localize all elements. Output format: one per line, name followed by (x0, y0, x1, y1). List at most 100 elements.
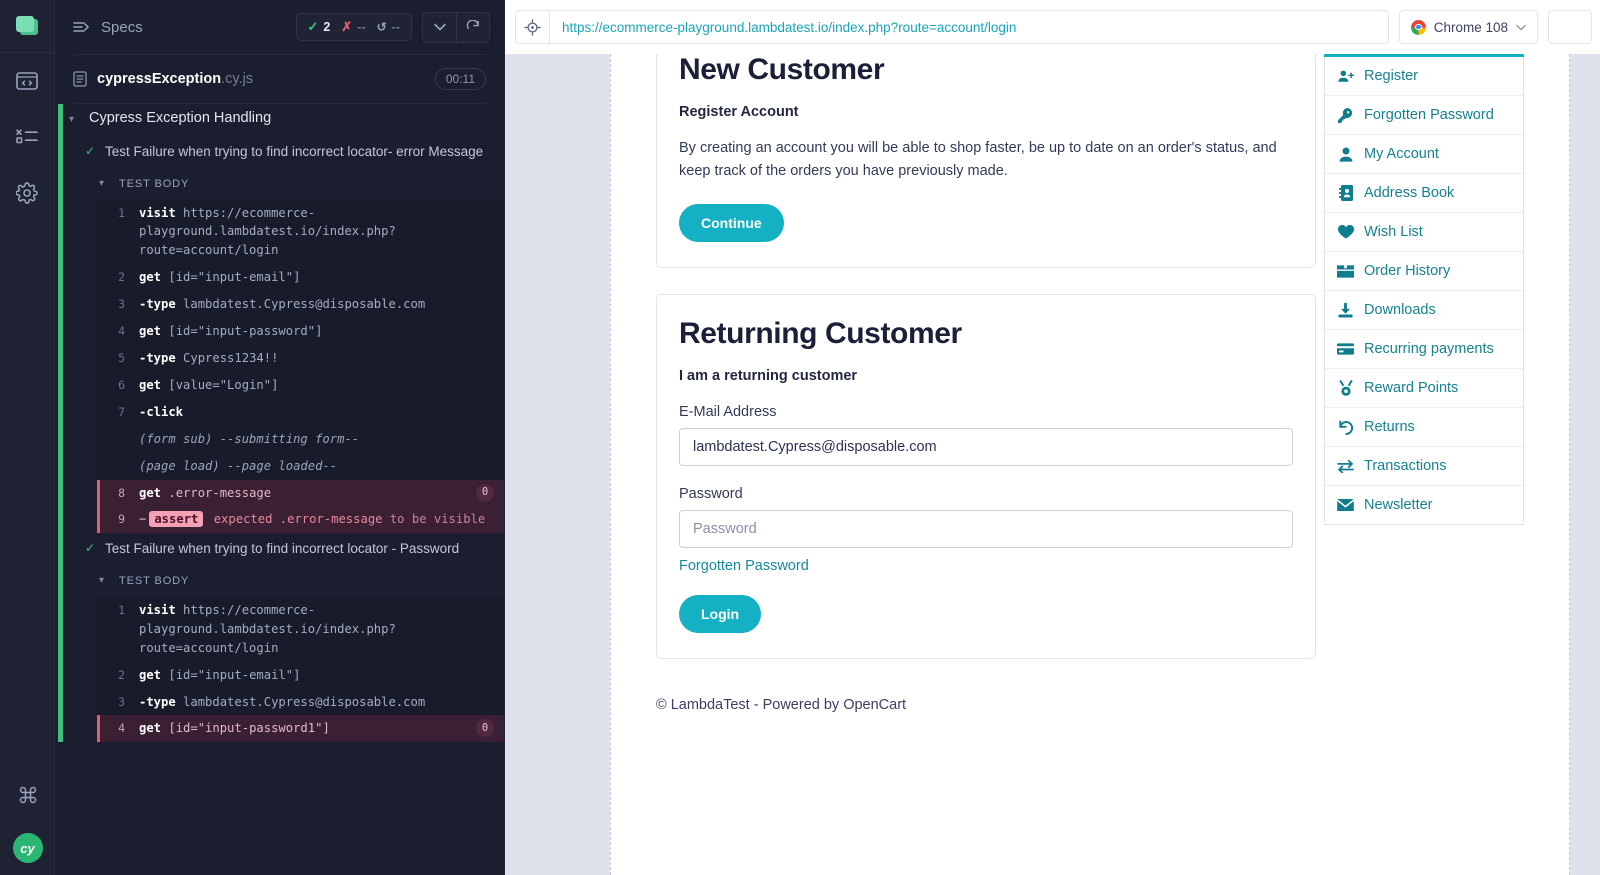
command-row-failed[interactable]: 8 get .error-message 0 (97, 480, 504, 507)
run-stats: ✓ 2 ✗ -- ↺ -- (296, 13, 412, 41)
command-row[interactable]: 7 -click (97, 399, 504, 426)
sidebar-item-runs[interactable] (0, 109, 55, 165)
command-text: get [id="input-password"] (139, 322, 494, 341)
command-row[interactable]: 6 get [value="Login"] (97, 372, 504, 399)
menu-item-label: Reward Points (1364, 380, 1458, 396)
suite-title-text: Cypress Exception Handling (89, 110, 271, 126)
menu-item-label: My Account (1364, 146, 1439, 162)
collapse-all-button[interactable] (423, 13, 456, 42)
runnables-scroll[interactable]: ▾ Cypress Exception Handling ✓ Test Fail… (59, 104, 504, 742)
account-side-menu: Register Forgotten Password (1324, 54, 1524, 525)
selector-playground-button[interactable] (515, 10, 549, 44)
test-body-label: TEST BODY (119, 575, 189, 587)
menu-item-recurring-payments[interactable]: Recurring payments (1325, 330, 1523, 369)
menu-item-address-book[interactable]: Address Book (1325, 174, 1523, 213)
page-footer: © LambdaTest - Powered by OpenCart (656, 685, 1524, 713)
cypress-stack-logo-icon[interactable] (14, 14, 40, 38)
aut-viewport: New Customer Register Account By creatin… (610, 54, 1600, 875)
suite-header[interactable]: ▾ Cypress Exception Handling (59, 104, 504, 136)
spec-file-row[interactable]: cypressException.cy.js 00:11 (55, 55, 504, 103)
user-icon (1337, 147, 1354, 162)
menu-item-reward-points[interactable]: Reward Points (1325, 369, 1523, 408)
sidebar-item-specs[interactable] (0, 53, 55, 109)
menu-item-newsletter[interactable]: Newsletter (1325, 486, 1523, 524)
command-number: 4 (97, 719, 139, 738)
command-arg: https://ecommerce-playground.lambdatest.… (139, 206, 396, 258)
command-row[interactable]: 3 -type lambdatest.Cypress@disposable.co… (97, 689, 504, 716)
sidebar-item-settings[interactable] (0, 165, 55, 221)
command-row-assert-failed[interactable]: 9 −assert expected .error-message to be … (97, 506, 504, 533)
spec-basename: cypressException (97, 71, 221, 87)
chevron-down-icon: ▾ (99, 174, 111, 194)
url-bar: https://ecommerce-playground.lambdatest.… (505, 0, 1600, 54)
url-input[interactable]: https://ecommerce-playground.lambdatest.… (549, 10, 1389, 44)
menu-item-returns[interactable]: Returns (1325, 408, 1523, 447)
test-item[interactable]: ✓ Test Failure when trying to find incor… (59, 533, 504, 565)
command-text: get [id="input-email"] (139, 666, 494, 685)
command-row[interactable]: 4 get [id="input-password"] (97, 318, 504, 345)
command-text: -type lambdatest.Cypress@disposable.com (139, 693, 494, 712)
assert-expected: expected (214, 512, 273, 526)
menu-item-my-account[interactable]: My Account (1325, 135, 1523, 174)
command-number: 6 (97, 376, 139, 395)
test-item[interactable]: ✓ Test Failure when trying to find incor… (59, 136, 504, 168)
email-field[interactable]: lambdatest.Cypress@disposable.com (679, 428, 1293, 466)
command-row[interactable]: 3 -type lambdatest.Cypress@disposable.co… (97, 291, 504, 318)
restart-tests-button[interactable] (456, 13, 489, 42)
command-method: visit (139, 206, 176, 220)
chevron-down-icon: ▾ (69, 110, 81, 130)
command-text: get .error-message (139, 484, 468, 503)
test-body-header[interactable]: ▾ TEST BODY (59, 168, 504, 200)
assert-selector: .error-message (280, 512, 383, 526)
command-method: get (139, 668, 161, 682)
pending-circle-icon: ↺ (377, 20, 387, 34)
stat-passed: ✓ 2 (308, 19, 331, 35)
menu-item-downloads[interactable]: Downloads (1325, 291, 1523, 330)
email-label: E-Mail Address (679, 404, 1293, 420)
continue-button[interactable]: Continue (679, 204, 784, 242)
test-title-text: Test Failure when trying to find incorre… (105, 539, 459, 559)
rail-logo-wrap[interactable] (14, 0, 40, 38)
menu-item-order-history[interactable]: Order History (1325, 252, 1523, 291)
command-row[interactable]: 1 visit https://ecommerce-playground.lam… (97, 200, 504, 265)
command-row-failed[interactable]: 4 get [id="input-password1"] 0 (97, 715, 504, 742)
menu-item-register[interactable]: Register (1325, 57, 1523, 96)
viewport-size-control[interactable] (1548, 10, 1592, 44)
new-customer-body: By creating an account you will be able … (679, 137, 1293, 184)
stat-passed-count: 2 (323, 20, 330, 34)
command-row[interactable]: 5 -type Cypress1234!! (97, 345, 504, 372)
cypress-cy-logo[interactable]: cy (13, 833, 43, 863)
specs-breadcrumb[interactable]: Specs (73, 19, 286, 36)
browser-selector[interactable]: Chrome 108 (1399, 10, 1538, 44)
chevron-down-icon (1516, 24, 1526, 31)
envelope-icon (1337, 499, 1354, 511)
test-body-header[interactable]: ▾ TEST BODY (59, 565, 504, 597)
command-note-row: (form sub) --submitting form-- (97, 426, 504, 453)
command-row[interactable]: 1 visit https://ecommerce-playground.lam… (97, 597, 504, 662)
medal-icon (1337, 380, 1354, 396)
menu-item-transactions[interactable]: Transactions (1325, 447, 1523, 486)
command-list: 1 visit https://ecommerce-playground.lam… (97, 597, 504, 742)
command-number (97, 430, 139, 431)
command-number (97, 457, 139, 458)
command-row[interactable]: 2 get [id="input-email"] (97, 662, 504, 689)
aut-viewport-wrap: New Customer Register Account By creatin… (505, 54, 1600, 875)
left-icon-rail: cy (0, 0, 55, 875)
command-row[interactable]: 2 get [id="input-email"] (97, 264, 504, 291)
command-number: 3 (97, 693, 139, 712)
stat-failed: ✗ -- (341, 19, 365, 35)
command-result-count-badge: 0 (476, 484, 494, 502)
login-button[interactable]: Login (679, 595, 761, 633)
forgotten-password-link[interactable]: Forgotten Password (679, 558, 809, 574)
command-number: 7 (97, 403, 139, 422)
menu-item-label: Order History (1364, 263, 1450, 279)
command-text: -type lambdatest.Cypress@disposable.com (139, 295, 494, 314)
menu-item-wish-list[interactable]: Wish List (1325, 213, 1523, 252)
command-arg: [id="input-email"] (168, 668, 300, 682)
keyboard-shortcuts-button[interactable] (0, 767, 55, 823)
reporter-header-buttons (422, 12, 490, 43)
password-field[interactable]: Password (679, 510, 1293, 548)
box-icon (1337, 265, 1354, 278)
command-text: get [id="input-password1"] (139, 719, 468, 738)
menu-item-forgotten-password[interactable]: Forgotten Password (1325, 96, 1523, 135)
